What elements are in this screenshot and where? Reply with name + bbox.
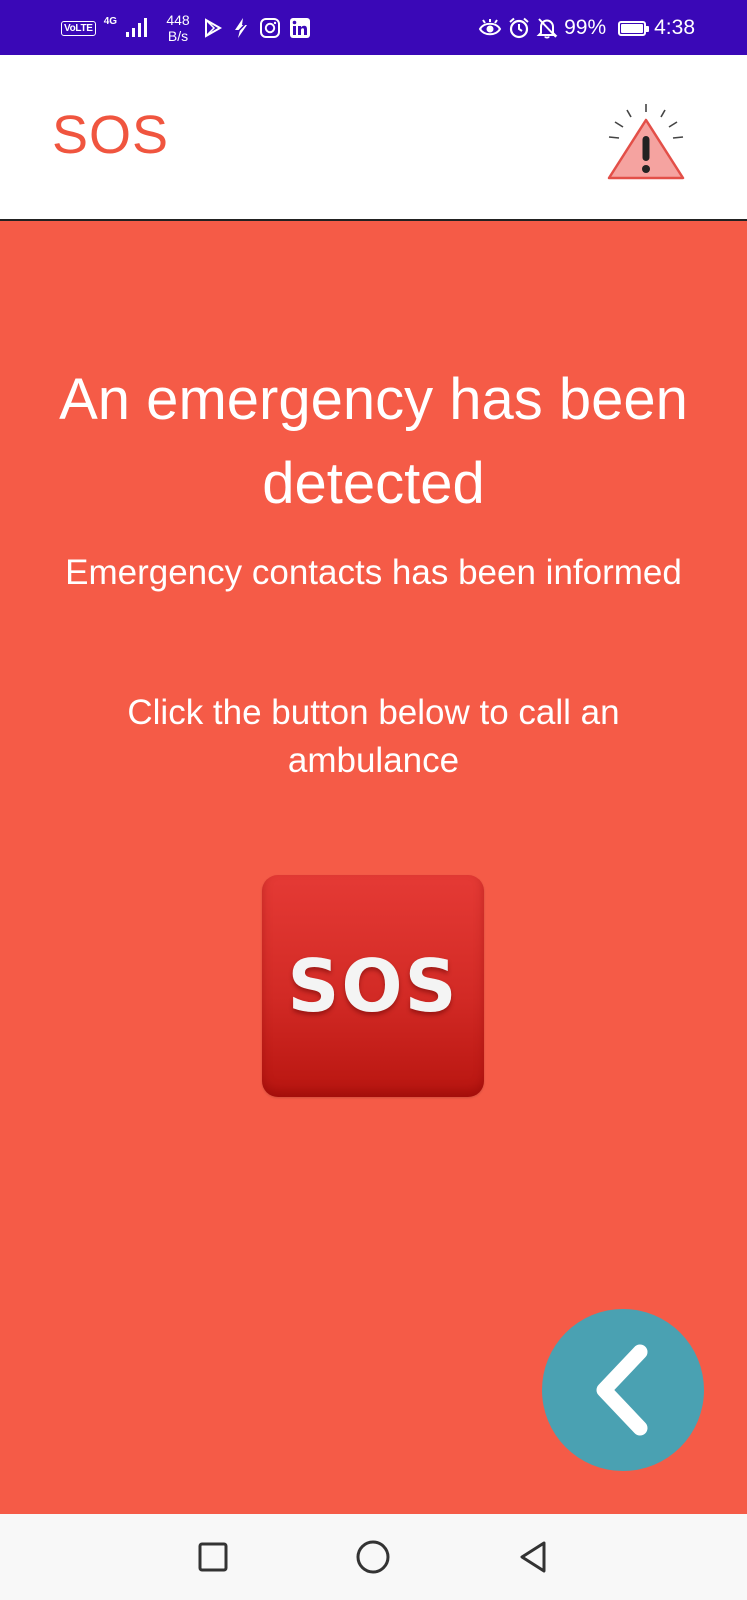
chevron-left-icon [596, 1344, 648, 1436]
speed-value: 448 [166, 12, 190, 28]
eye-comfort-icon [478, 19, 502, 36]
sos-button-label: SOS [287, 944, 459, 1028]
network-speed: 448 B/s [161, 12, 195, 44]
status-bar: VoLTE 4G 448 B/s 99% 4:38 [0, 0, 747, 55]
recents-button[interactable] [193, 1537, 233, 1577]
emergency-headline: An emergency has been detected [59, 367, 688, 516]
contacts-informed-message: Emergency contacts has been informed [65, 553, 682, 592]
signal-icon [126, 18, 148, 37]
sos-call-button[interactable]: SOS [262, 875, 484, 1097]
battery-percentage: 99% [564, 16, 607, 39]
recents-square-icon [198, 1542, 228, 1572]
status-bar-right: 99% 4:38 [478, 10, 695, 46]
clock: 4:38 [654, 16, 695, 39]
home-button[interactable] [353, 1537, 393, 1577]
alarm-icon [509, 17, 529, 39]
app-bar: SOS [0, 55, 747, 221]
notifications-off-icon [536, 18, 558, 39]
charging-icon [232, 18, 250, 38]
back-triangle-icon [520, 1541, 546, 1573]
emergency-panel: An emergency has been detected Emergency… [0, 221, 747, 1514]
speed-unit: B/s [167, 28, 189, 44]
network-type: 4G [103, 16, 118, 27]
instagram-icon [260, 18, 281, 38]
play-store-icon [205, 18, 223, 38]
status-bar-left: VoLTE 4G 448 B/s [61, 10, 311, 46]
warning-triangle-icon[interactable] [603, 100, 689, 182]
call-ambulance-instruction: Click the button below to call an ambula… [127, 693, 620, 780]
home-circle-icon [356, 1540, 390, 1574]
system-back-button[interactable] [513, 1537, 553, 1577]
battery-icon [618, 20, 650, 36]
volte-badge: VoLTE [61, 20, 96, 36]
app-title: SOS [52, 105, 170, 165]
linkedin-icon [290, 18, 311, 38]
system-nav-bar [0, 1514, 747, 1600]
back-button[interactable] [542, 1309, 704, 1471]
